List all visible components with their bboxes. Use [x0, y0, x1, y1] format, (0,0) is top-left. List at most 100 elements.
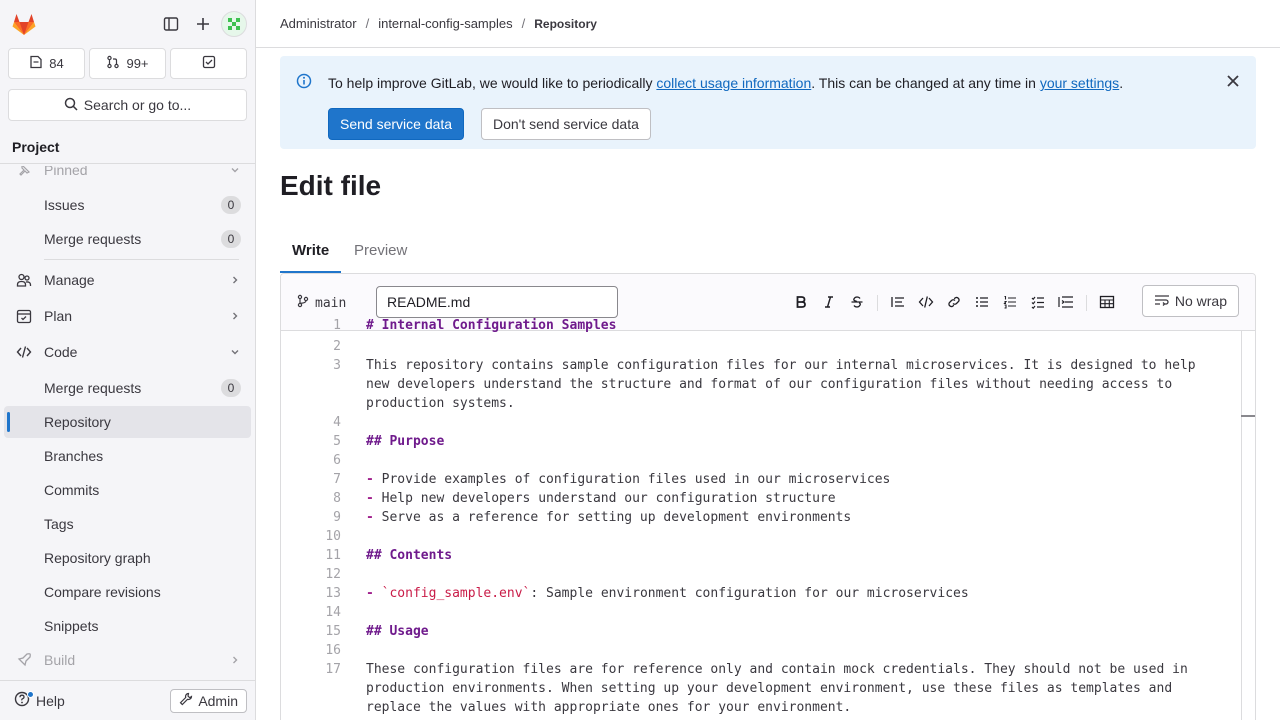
- table-icon[interactable]: [1095, 290, 1119, 314]
- admin-label: Admin: [198, 692, 238, 709]
- sidebar-item-pinned[interactable]: Pinned: [4, 166, 251, 186]
- bullet-list-icon[interactable]: [970, 290, 994, 314]
- info-icon: [296, 73, 312, 92]
- sidebar-item-code[interactable]: Code: [4, 336, 251, 368]
- user-avatar[interactable]: [221, 11, 247, 37]
- sidebar-section-title: Project: [0, 131, 255, 164]
- code-token: -: [366, 491, 374, 506]
- line-number: 3: [333, 358, 341, 373]
- search-label: Search or go to...: [83, 97, 192, 113]
- line-number: 9: [333, 510, 341, 525]
- sidebar-item-branches[interactable]: Branches: [4, 440, 251, 472]
- calendar-icon: [16, 308, 32, 324]
- sidebar-item-label: Tags: [44, 516, 74, 532]
- code-token: `config_sample.env`: [381, 586, 531, 601]
- sidebar-footer: Help Admin: [0, 680, 255, 720]
- line-number: 16: [325, 643, 341, 658]
- code-editor[interactable]: 1 # Internal Configuration Samples 2 3 Thi…: [281, 318, 1255, 720]
- code-token: -: [366, 586, 374, 601]
- checklist-icon[interactable]: [1026, 290, 1050, 314]
- code-icon[interactable]: [914, 290, 938, 314]
- branch-icon: [297, 294, 309, 312]
- line-number: 17: [325, 662, 341, 677]
- close-icon[interactable]: [1226, 74, 1240, 91]
- sidebar-item-label: Plan: [44, 308, 73, 324]
- breadcrumb-item[interactable]: internal-config-samples: [378, 16, 512, 31]
- line-number: 11: [325, 548, 341, 563]
- settings-link[interactable]: your settings: [1040, 75, 1119, 91]
- no-wrap-button[interactable]: No wrap: [1141, 285, 1239, 317]
- sidebar-item-plan[interactable]: Plan: [4, 300, 251, 332]
- search-icon: [64, 97, 78, 114]
- branch-indicator: main: [297, 294, 346, 312]
- merge-requests-count-button[interactable]: 99+: [89, 48, 166, 79]
- tab-preview[interactable]: Preview: [342, 227, 419, 273]
- sidebar-item-pinned-merge-requests[interactable]: Merge requests 0: [4, 223, 251, 255]
- line-number: 12: [325, 567, 341, 582]
- page-title: Edit file: [280, 170, 382, 201]
- admin-button[interactable]: Admin: [170, 688, 247, 713]
- sidebar-item-build[interactable]: Build: [4, 644, 251, 676]
- create-new-icon[interactable]: [187, 8, 219, 40]
- code-line: ## Purpose: [366, 432, 1226, 451]
- sidebar-nav: Pinned Issues 0 Merge requests 0 Manage …: [0, 166, 255, 680]
- issues-icon: [29, 55, 43, 72]
- italic-icon[interactable]: [817, 290, 841, 314]
- breadcrumb-separator: /: [521, 16, 526, 31]
- code-token: ## Purpose: [366, 434, 445, 449]
- sidebar-item-compare-revisions[interactable]: Compare revisions: [4, 576, 251, 608]
- usage-data-alert: To help improve GitLab, we would like to…: [280, 56, 1256, 149]
- alert-text-before: To help improve GitLab, we would like to…: [328, 75, 657, 91]
- help-button[interactable]: Help: [14, 691, 65, 710]
- line-number: 1: [333, 318, 341, 333]
- send-service-data-button[interactable]: Send service data: [328, 108, 465, 140]
- code-line: ## Contents: [366, 546, 1226, 565]
- gitlab-logo-icon[interactable]: [10, 10, 38, 38]
- main-content: To help improve GitLab, we would like to…: [280, 48, 1256, 720]
- collect-usage-link[interactable]: collect usage information: [656, 75, 811, 91]
- numbered-list-icon[interactable]: [998, 290, 1022, 314]
- wrap-icon: [1154, 293, 1170, 310]
- strikethrough-icon[interactable]: [845, 290, 869, 314]
- file-editor: main README.md No wrap 1 # Internal Conf: [280, 273, 1256, 720]
- search-button[interactable]: Search or go to...: [8, 89, 247, 121]
- quote-icon[interactable]: [886, 290, 910, 314]
- filename-input[interactable]: README.md: [376, 286, 618, 318]
- code-token: -: [366, 472, 374, 487]
- alert-text-middle: . This can be changed at any time in: [811, 75, 1040, 91]
- sidebar-item-repository[interactable]: Repository: [4, 406, 251, 438]
- breadcrumb-separator: /: [365, 16, 370, 31]
- bold-icon[interactable]: [789, 290, 813, 314]
- breadcrumb-current[interactable]: Repository: [534, 17, 597, 31]
- sidebar-item-tags[interactable]: Tags: [4, 508, 251, 540]
- sidebar-toggle-icon[interactable]: [155, 8, 187, 40]
- chevron-right-icon: [229, 310, 241, 322]
- sidebar-item-commits[interactable]: Commits: [4, 474, 251, 506]
- todo-button[interactable]: [170, 48, 247, 79]
- dont-send-service-data-button[interactable]: Don't send service data: [481, 108, 651, 140]
- line-number: 8: [333, 491, 341, 506]
- issues-count-button[interactable]: 84: [8, 48, 85, 79]
- pin-icon: [16, 166, 32, 177]
- line-number: 7: [333, 472, 341, 487]
- sidebar-item-manage[interactable]: Manage: [4, 264, 251, 296]
- tab-write[interactable]: Write: [280, 227, 342, 273]
- indent-icon[interactable]: [1054, 290, 1078, 314]
- sidebar-item-repository-graph[interactable]: Repository graph: [4, 542, 251, 574]
- count-badge: 0: [221, 230, 241, 248]
- code-token: : Sample environment configuration for o…: [530, 586, 969, 601]
- sidebar-item-code-merge-requests[interactable]: Merge requests 0: [4, 372, 251, 404]
- code-line: - `config_sample.env`: Sample environmen…: [366, 584, 1226, 603]
- merge-request-icon: [106, 55, 120, 72]
- toolbar-divider: [1086, 295, 1087, 311]
- sidebar-item-snippets[interactable]: Snippets: [4, 610, 251, 642]
- link-icon[interactable]: [942, 290, 966, 314]
- line-number: 5: [333, 434, 341, 449]
- scrollbar-thumb[interactable]: [1241, 331, 1255, 417]
- sidebar-item-label: Code: [44, 344, 78, 360]
- sidebar-item-pinned-issues[interactable]: Issues 0: [4, 189, 251, 221]
- line-number: 6: [333, 453, 341, 468]
- breadcrumb-item[interactable]: Administrator: [280, 16, 357, 31]
- scrollbar[interactable]: [1241, 331, 1255, 720]
